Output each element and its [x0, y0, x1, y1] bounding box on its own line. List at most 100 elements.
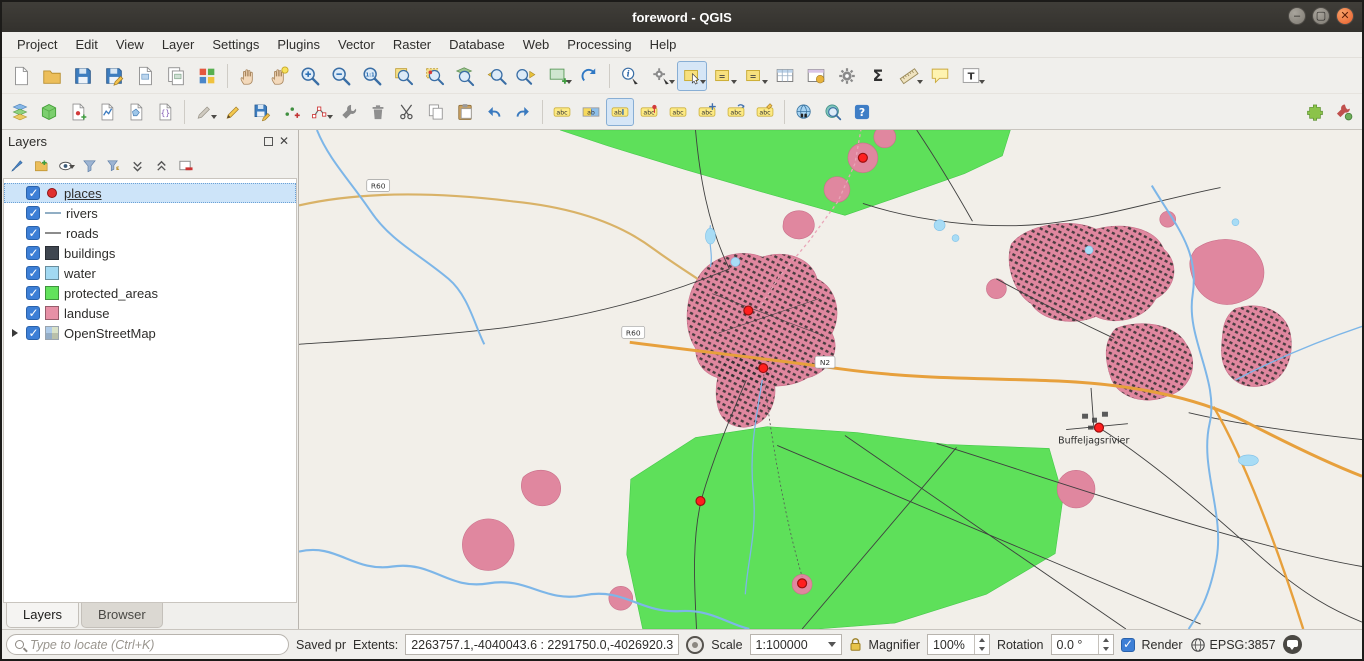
dock-close-button[interactable]: ✕ — [276, 133, 292, 149]
layer-checkbox-protected-areas[interactable] — [26, 286, 40, 300]
new-shapefile-point-button[interactable] — [64, 98, 92, 126]
menu-project[interactable]: Project — [8, 34, 66, 55]
filter-legend-expression-button[interactable] — [102, 154, 124, 176]
open-attribute-table-button[interactable] — [770, 61, 800, 91]
rotation-spinbox[interactable]: 0.0 ° — [1051, 634, 1114, 655]
spin-down-icon[interactable] — [1099, 645, 1113, 655]
menu-settings[interactable]: Settings — [203, 34, 268, 55]
new-shapefile-polygon-button[interactable] — [122, 98, 150, 126]
zoom-native-button[interactable] — [357, 61, 387, 91]
data-source-manager-button[interactable] — [6, 98, 34, 126]
measure-line-button[interactable] — [894, 61, 924, 91]
tab-browser[interactable]: Browser — [81, 603, 163, 628]
add-feature-button[interactable] — [277, 98, 305, 126]
change-label-button[interactable] — [751, 98, 779, 126]
style-manager-button[interactable] — [192, 61, 222, 91]
rotate-label-button[interactable] — [722, 98, 750, 126]
expander-icon[interactable] — [10, 329, 21, 337]
show-hide-labels-button[interactable] — [664, 98, 692, 126]
identify-features-button[interactable] — [615, 61, 645, 91]
save-layer-edits-button[interactable] — [248, 98, 276, 126]
menu-layer[interactable]: Layer — [153, 34, 204, 55]
zoom-to-selection-button[interactable] — [419, 61, 449, 91]
layer-checkbox-buildings[interactable] — [26, 246, 40, 260]
menu-help[interactable]: Help — [641, 34, 686, 55]
paste-features-button[interactable] — [451, 98, 479, 126]
add-group-button[interactable] — [30, 154, 52, 176]
layout-manager-button[interactable] — [161, 61, 191, 91]
pin-labels-button[interactable] — [606, 98, 634, 126]
save-project-as-button[interactable] — [99, 61, 129, 91]
new-virtual-layer-button[interactable] — [151, 98, 179, 126]
zoom-full-button[interactable] — [388, 61, 418, 91]
menu-edit[interactable]: Edit — [66, 34, 106, 55]
field-calculator-button[interactable] — [801, 61, 831, 91]
layer-row-rivers[interactable]: rivers — [4, 203, 296, 223]
layer-checkbox-water[interactable] — [26, 266, 40, 280]
menu-web[interactable]: Web — [514, 34, 559, 55]
tab-layers[interactable]: Layers — [6, 603, 79, 628]
expand-all-button[interactable] — [126, 154, 148, 176]
menu-plugins[interactable]: Plugins — [268, 34, 329, 55]
messages-bubble-icon[interactable] — [1283, 635, 1302, 654]
menu-database[interactable]: Database — [440, 34, 514, 55]
toggle-editing-button[interactable] — [219, 98, 247, 126]
open-layer-styling-button[interactable] — [6, 154, 28, 176]
redo-button[interactable] — [509, 98, 537, 126]
new-print-layout-button[interactable] — [130, 61, 160, 91]
locate-box[interactable] — [6, 634, 289, 655]
zoom-out-button[interactable] — [326, 61, 356, 91]
zoom-in-button[interactable] — [295, 61, 325, 91]
delete-selected-button[interactable] — [364, 98, 392, 126]
spinner-arrows[interactable] — [1098, 635, 1113, 654]
layer-labeling-options-button[interactable] — [577, 98, 605, 126]
layer-row-water[interactable]: water — [4, 263, 296, 283]
statistical-summary-button[interactable] — [863, 61, 893, 91]
layer-checkbox-rivers[interactable] — [26, 206, 40, 220]
select-by-value-button[interactable] — [708, 61, 738, 91]
layer-row-landuse[interactable]: landuse — [4, 303, 296, 323]
layer-row-buildings[interactable]: buildings — [4, 243, 296, 263]
deselect-features-button[interactable] — [739, 61, 769, 91]
new-shapefile-line-button[interactable] — [93, 98, 121, 126]
layer-row-places[interactable]: places — [4, 183, 296, 203]
layer-checkbox-roads[interactable] — [26, 226, 40, 240]
locate-input[interactable] — [30, 638, 280, 652]
crs-status[interactable]: EPSG:3857 — [1190, 637, 1276, 653]
refresh-map-button[interactable] — [574, 61, 604, 91]
close-button[interactable]: ✕ — [1336, 7, 1354, 25]
open-project-button[interactable] — [37, 61, 67, 91]
remove-layer-button[interactable] — [174, 154, 196, 176]
zoom-next-button[interactable] — [512, 61, 542, 91]
highlight-labels-button[interactable] — [635, 98, 663, 126]
new-geopackage-layer-button[interactable] — [35, 98, 63, 126]
manage-plugins-button[interactable] — [1301, 98, 1329, 126]
spinner-arrows[interactable] — [974, 635, 989, 654]
vertex-tool-button[interactable] — [306, 98, 334, 126]
magnifier-spinbox[interactable]: 100% — [927, 634, 990, 655]
layer-labeling-button[interactable] — [548, 98, 576, 126]
layer-row-protected-areas[interactable]: protected_areas — [4, 283, 296, 303]
current-edits-button[interactable] — [190, 98, 218, 126]
undo-button[interactable] — [480, 98, 508, 126]
layer-row-roads[interactable]: roads — [4, 223, 296, 243]
menu-view[interactable]: View — [107, 34, 153, 55]
spin-down-icon[interactable] — [975, 645, 989, 655]
spin-up-icon[interactable] — [975, 635, 989, 645]
move-label-button[interactable] — [693, 98, 721, 126]
zoom-last-button[interactable] — [481, 61, 511, 91]
extent-indicator-icon[interactable] — [686, 636, 704, 654]
select-features-button[interactable] — [677, 61, 707, 91]
python-console-button[interactable] — [1330, 98, 1358, 126]
options-button[interactable] — [832, 61, 862, 91]
manage-map-themes-button[interactable] — [54, 154, 76, 176]
maximize-button[interactable]: ▢ — [1312, 7, 1330, 25]
scale-combobox[interactable]: 1:100000 — [750, 634, 842, 655]
new-map-view-button[interactable] — [543, 61, 573, 91]
cut-features-button[interactable] — [393, 98, 421, 126]
render-checkbox[interactable] — [1121, 638, 1135, 652]
map-tips-button[interactable] — [925, 61, 955, 91]
minimize-button[interactable]: – — [1288, 7, 1306, 25]
pan-to-selection-button[interactable] — [264, 61, 294, 91]
pan-map-button[interactable] — [233, 61, 263, 91]
